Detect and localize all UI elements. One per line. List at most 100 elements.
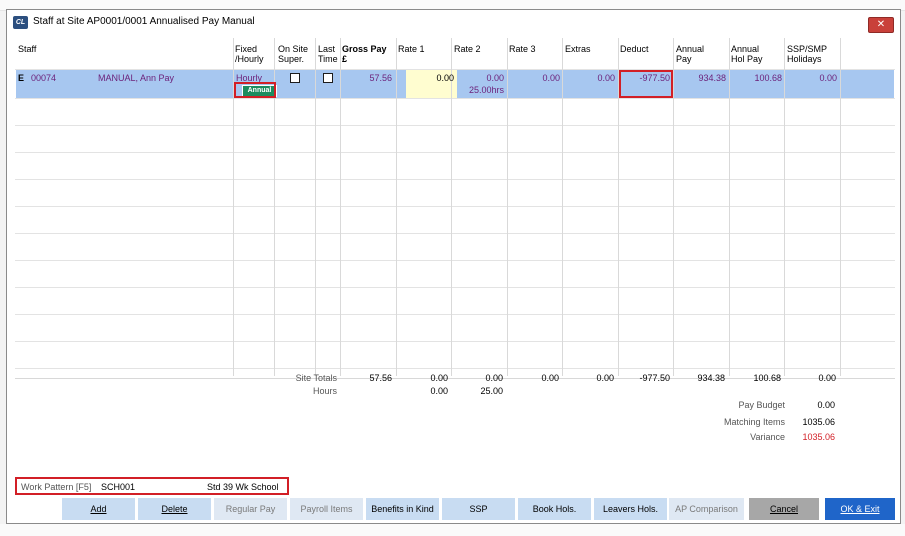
rate2-hours: 25.00hrs — [468, 85, 504, 95]
payroll-items-button[interactable]: Payroll Items — [290, 498, 363, 520]
header-rate2[interactable]: Rate 2 — [454, 44, 481, 54]
app-logo-icon: CL — [13, 16, 28, 29]
header-annual-pay-line1: Annual — [676, 44, 705, 54]
header-rate3[interactable]: Rate 3 — [509, 44, 536, 54]
deduct-highlight-box — [619, 70, 673, 98]
close-icon[interactable]: ✕ — [868, 17, 894, 33]
pay-budget-label: Pay Budget — [738, 400, 785, 410]
total-gross: 57.56 — [369, 373, 392, 383]
delete-button[interactable]: Delete — [138, 498, 211, 520]
total-annual-hol: 100.68 — [753, 373, 781, 383]
site-totals-label: Site Totals — [295, 373, 337, 383]
total-annual-pay: 934.38 — [697, 373, 725, 383]
last-time-checkbox[interactable] — [323, 73, 333, 83]
column-divider — [784, 38, 785, 376]
total-rate1: 0.00 — [430, 373, 448, 383]
row-divider — [15, 69, 895, 70]
column-divider — [562, 38, 563, 376]
header-rate1[interactable]: Rate 1 — [398, 44, 425, 54]
column-divider — [396, 38, 397, 376]
column-divider — [507, 38, 508, 376]
header-fixed-hourly-line2: /Hourly — [235, 54, 264, 64]
header-onsite-line2: Super. — [278, 54, 305, 64]
header-annual-hol-line1: Annual — [731, 44, 760, 54]
rate2-value[interactable]: 0.00 — [453, 73, 504, 83]
header-last-line1: Last — [318, 44, 336, 54]
total-rate3: 0.00 — [541, 373, 559, 383]
header-gross-line2: £ — [342, 54, 348, 64]
row-divider — [15, 98, 895, 99]
row-divider — [15, 314, 895, 315]
add-button[interactable]: Add — [62, 498, 135, 520]
header-fixed-hourly-line1: Fixed — [235, 44, 258, 54]
rate3-value[interactable]: 0.00 — [509, 73, 560, 83]
ssp-holidays-value: 0.00 — [819, 73, 837, 83]
pay-budget-value: 0.00 — [817, 400, 835, 410]
rate1-value[interactable]: 0.00 — [398, 73, 454, 83]
header-last-time[interactable]: Last Time — [318, 44, 338, 64]
benefits-in-kind-button[interactable]: Benefits in Kind — [366, 498, 439, 520]
header-extras[interactable]: Extras — [565, 44, 591, 54]
book-hols-button[interactable]: Book Hols. — [518, 498, 591, 520]
work-pattern-code[interactable]: SCH001 — [101, 482, 135, 492]
hours-label: Hours — [312, 386, 337, 396]
matching-items-value: 1035.06 — [802, 417, 835, 427]
header-annual-pay-line2: Pay — [676, 54, 692, 64]
cancel-button[interactable]: Cancel — [749, 498, 819, 520]
row-divider — [15, 179, 895, 180]
row-divider — [15, 287, 895, 288]
staff-grid: Staff Fixed /Hourly On Site Super. Last … — [15, 38, 895, 379]
onsite-super-checkbox[interactable] — [290, 73, 300, 83]
header-ssp-smp[interactable]: SSP/SMP Holidays — [787, 44, 827, 64]
annual-hol-pay-value: 100.68 — [754, 73, 782, 83]
window-title: Staff at Site AP0001/0001 Annualised Pay… — [33, 16, 255, 27]
column-divider — [340, 38, 341, 376]
header-annual-hol-line2: Hol Pay — [731, 54, 763, 64]
column-divider — [729, 38, 730, 376]
variance-value: 1035.06 — [802, 432, 835, 442]
header-annual-hol-pay[interactable]: Annual Hol Pay — [731, 44, 763, 64]
header-onsite-super[interactable]: On Site Super. — [278, 44, 308, 64]
extras-value[interactable]: 0.00 — [564, 73, 615, 83]
row-divider — [15, 152, 895, 153]
total-deduct: -977.50 — [639, 373, 670, 383]
header-fixed-hourly[interactable]: Fixed /Hourly — [235, 44, 264, 64]
row-divider — [15, 206, 895, 207]
header-onsite-line1: On Site — [278, 44, 309, 54]
delete-button-label: Delete — [161, 504, 188, 514]
total-rate2: 0.00 — [485, 373, 503, 383]
matching-items-label: Matching Items — [723, 417, 785, 427]
staff-name[interactable]: MANUAL, Ann Pay — [98, 73, 174, 83]
work-pattern-field[interactable]: Work Pattern [F5] SCH001 Std 39 Wk Schoo… — [15, 477, 289, 495]
column-divider — [315, 38, 316, 376]
annual-pay-value: 934.38 — [698, 73, 726, 83]
leavers-hols-button[interactable]: Leavers Hols. — [594, 498, 667, 520]
row-marker: E — [18, 73, 25, 83]
row-divider — [15, 233, 895, 234]
row-divider — [15, 341, 895, 342]
header-staff[interactable]: Staff — [18, 44, 36, 54]
gross-pay-value: 57.56 — [369, 73, 392, 83]
variance-label: Variance — [750, 432, 785, 442]
work-pattern-label: Work Pattern [F5] — [21, 482, 92, 492]
staff-number[interactable]: 00074 — [31, 73, 56, 83]
title-bar: CL Staff at Site AP0001/0001 Annualised … — [7, 10, 900, 36]
header-gross-pay[interactable]: Gross Pay £ — [342, 44, 387, 64]
column-divider — [673, 38, 674, 376]
row-divider — [15, 125, 895, 126]
total-ssp: 0.00 — [818, 373, 836, 383]
header-deduct[interactable]: Deduct — [620, 44, 649, 54]
header-last-line2: Time — [318, 54, 338, 64]
cancel-button-label: Cancel — [769, 504, 798, 514]
ssp-button[interactable]: SSP — [442, 498, 515, 520]
regular-pay-button[interactable]: Regular Pay — [214, 498, 287, 520]
header-annual-pay[interactable]: Annual Pay — [676, 44, 704, 64]
total-extras: 0.00 — [596, 373, 614, 383]
row-divider — [15, 260, 895, 261]
hours-rate2: 25.00 — [480, 386, 503, 396]
ap-comparison-button[interactable]: AP Comparison — [669, 498, 744, 520]
ok-exit-button[interactable]: OK & Exit — [825, 498, 895, 520]
work-pattern-description: Std 39 Wk School — [207, 482, 279, 492]
row-divider — [15, 368, 895, 369]
annual-highlight-box — [234, 82, 276, 98]
